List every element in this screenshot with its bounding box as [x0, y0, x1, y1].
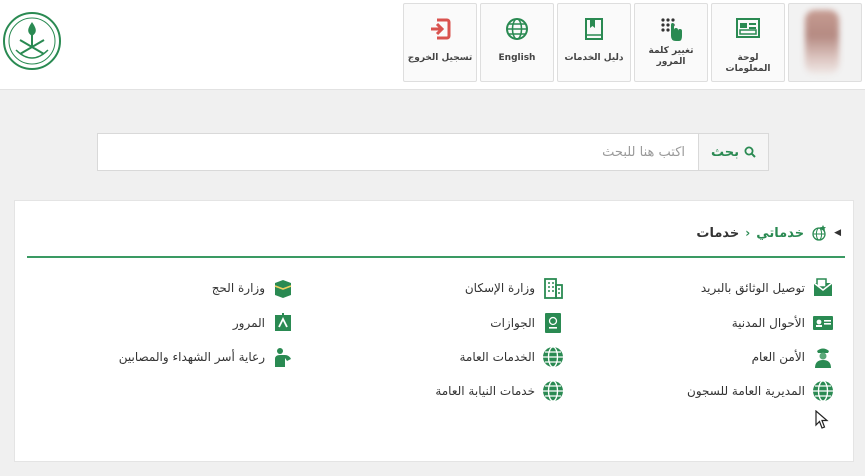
service-item-hajj[interactable]: وزارة الحج — [212, 276, 295, 300]
search-button[interactable]: بحث — [698, 134, 768, 170]
globe-icon — [811, 379, 835, 403]
service-label: رعاية أسر الشهداء والمصابين — [118, 350, 265, 364]
service-label: الخدمات العامة — [459, 350, 535, 364]
change-password-label: تغيير كلمة المرور — [648, 46, 694, 67]
globe-icon — [541, 345, 565, 369]
search-button-label: بحث — [711, 144, 740, 160]
language-button[interactable]: English — [480, 3, 554, 82]
service-item-housing[interactable]: وزارة الإسكان — [465, 276, 565, 300]
passport-icon — [541, 311, 565, 335]
kaaba-icon — [271, 276, 295, 300]
service-item-public-prosecution[interactable]: خدمات النيابة العامة — [435, 379, 565, 403]
service-item-prisons[interactable]: المديرية العامة للسجون — [687, 379, 835, 403]
service-label: المرور — [232, 316, 265, 330]
top-bar: تسجيل الخروج English دليل الخدمات تغيير … — [0, 0, 865, 90]
id-card-icon — [811, 311, 835, 335]
services-guide-label: دليل الخدمات — [564, 53, 624, 63]
change-password-button[interactable]: تغيير كلمة المرور — [634, 3, 708, 82]
service-item-passports[interactable]: الجوازات — [490, 311, 565, 335]
service-label: وزارة الحج — [211, 281, 265, 295]
globe-icon — [481, 16, 553, 42]
services-panel: ◀ خدماتي ‹ خدمات — [14, 200, 854, 462]
collapse-caret-icon[interactable]: ◀ — [834, 228, 841, 238]
dashboard-icon — [712, 16, 784, 42]
mail-delivery-icon — [811, 276, 835, 300]
chevron-left-icon: ‹ — [745, 226, 751, 240]
service-label: الأمن العام — [751, 350, 805, 364]
service-item-public-security[interactable]: الأمن العام — [752, 345, 835, 369]
avatar — [805, 10, 839, 74]
service-label: الأحوال المدنية — [731, 316, 805, 330]
service-item-mail-delivery[interactable]: توصيل الوثائق بالبريد — [701, 276, 835, 300]
book-icon — [558, 16, 630, 42]
service-item-general-services[interactable]: الخدمات العامة — [459, 345, 565, 369]
services-guide-button[interactable]: دليل الخدمات — [557, 3, 631, 82]
user-profile-tile[interactable] — [788, 3, 862, 82]
building-icon — [541, 276, 565, 300]
search-icon — [744, 146, 756, 158]
officer-icon — [811, 345, 835, 369]
home-globe-icon — [812, 225, 827, 241]
breadcrumb-current: خدمات — [696, 225, 740, 241]
globe-icon — [541, 379, 565, 403]
service-label: خدمات النيابة العامة — [435, 384, 535, 398]
dashboard-label: لوحة المعلومات — [725, 53, 771, 74]
search-input[interactable] — [98, 134, 697, 170]
mouse-cursor-icon — [815, 410, 829, 429]
traffic-icon — [271, 311, 295, 335]
service-label: توصيل الوثائق بالبريد — [700, 281, 805, 295]
language-label: English — [498, 53, 536, 63]
dashboard-button[interactable]: لوحة المعلومات — [711, 3, 785, 82]
service-label: الجوازات — [490, 316, 535, 330]
service-label: المديرية العامة للسجون — [687, 384, 805, 398]
sign-out-icon — [404, 16, 476, 42]
section-divider — [27, 256, 845, 258]
keypad-hand-icon — [635, 16, 707, 42]
service-item-martyrs-families[interactable]: رعاية أسر الشهداء والمصابين — [119, 345, 295, 369]
care-hands-icon — [271, 345, 295, 369]
service-item-traffic[interactable]: المرور — [233, 311, 295, 335]
ministry-logo — [2, 10, 62, 72]
breadcrumb: ◀ خدماتي ‹ خدمات — [696, 223, 841, 243]
service-label: وزارة الإسكان — [464, 281, 535, 295]
logout-label: تسجيل الخروج — [407, 53, 473, 63]
service-item-civil-affairs[interactable]: الأحوال المدنية — [732, 311, 835, 335]
search-bar: بحث — [97, 133, 769, 171]
breadcrumb-home-link[interactable]: خدماتي — [756, 226, 804, 241]
logout-button[interactable]: تسجيل الخروج — [403, 3, 477, 82]
